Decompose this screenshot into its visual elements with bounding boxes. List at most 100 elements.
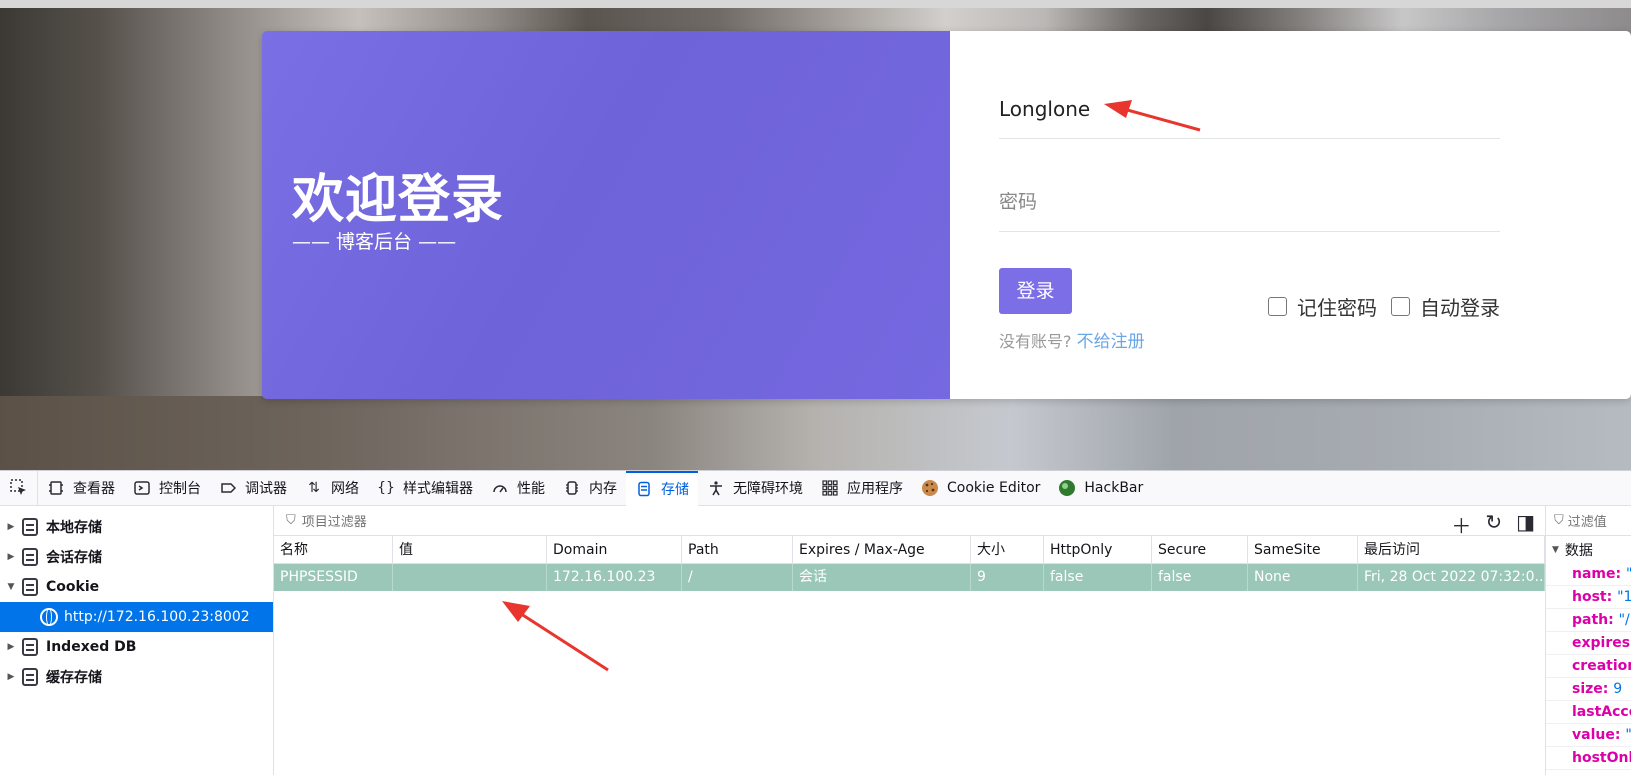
filter-placeholder: 项目过滤器 xyxy=(301,515,367,530)
refresh-icon[interactable]: ↻ xyxy=(1485,510,1502,539)
property-row: creationT: xyxy=(1546,655,1631,678)
globe-icon xyxy=(40,608,58,626)
add-item-icon[interactable]: ＋ xyxy=(1451,510,1471,539)
column-header[interactable]: HttpOnly xyxy=(1044,536,1152,563)
property-key: lastAcces: xyxy=(1572,704,1631,720)
property-value: "/" xyxy=(1618,612,1631,628)
tree-item-cookie[interactable]: ▼ Cookie xyxy=(0,572,273,602)
property-value: "17 xyxy=(1617,589,1631,605)
table-cell: None xyxy=(1248,564,1358,591)
property-row: name: "P xyxy=(1546,563,1631,586)
no-account-text: 没有账号? xyxy=(999,332,1072,351)
column-header[interactable]: SameSite xyxy=(1248,536,1358,563)
console-icon xyxy=(133,479,151,497)
storage-db-icon xyxy=(22,578,38,596)
welcome-panel: 欢迎登录 —— 博客后台 —— xyxy=(262,31,950,399)
checkbox-box[interactable] xyxy=(1391,296,1410,316)
tab-label: 存储 xyxy=(661,482,689,498)
tab-label: 调试器 xyxy=(245,481,287,497)
remember-password-checkbox[interactable]: 记住密码 xyxy=(1268,294,1377,320)
table-cell: false xyxy=(1152,564,1248,591)
performance-icon xyxy=(491,479,509,497)
column-header[interactable]: Expires / Max-Age xyxy=(793,536,971,563)
checkbox-box[interactable] xyxy=(1268,296,1287,316)
property-value: "P xyxy=(1626,566,1631,582)
login-button[interactable]: 登录 xyxy=(999,268,1072,314)
column-header[interactable]: 值 xyxy=(393,536,547,563)
tree-label: http://172.16.100.23:8002 xyxy=(64,609,250,625)
memory-icon xyxy=(563,479,581,497)
property-key: creationT: xyxy=(1572,658,1631,674)
tab-style-editor[interactable]: {} 样式编辑器 xyxy=(368,471,482,506)
tree-item-local-storage[interactable]: ▶ 本地存储 xyxy=(0,512,273,542)
data-section-header[interactable]: ▼ 数据 xyxy=(1546,536,1631,563)
property-row: path: "/" xyxy=(1546,609,1631,632)
tab-inspector[interactable]: 查看器 xyxy=(38,471,124,506)
property-key: path: xyxy=(1572,612,1619,628)
tab-network[interactable]: ⇅ 网络 xyxy=(296,471,368,506)
tab-storage[interactable]: 存储 xyxy=(626,470,698,506)
devtools-panel: 查看器 控制台 调试器 ⇅ 网络 {} 样式编辑器 性能 内存 存储 无障碍环境… xyxy=(0,470,1631,775)
password-field[interactable]: 密码 xyxy=(999,186,1500,232)
hackbar-icon xyxy=(1058,479,1076,497)
tab-label: 查看器 xyxy=(73,481,115,497)
column-header[interactable]: Domain xyxy=(547,536,682,563)
tree-item-session-storage[interactable]: ▶ 会话存储 xyxy=(0,542,273,572)
background-lower xyxy=(0,396,1631,470)
column-header[interactable]: 最后访问 xyxy=(1358,536,1545,563)
expand-arrow-icon[interactable]: ▶ xyxy=(0,642,22,652)
tab-label: 性能 xyxy=(517,481,545,497)
top-strip xyxy=(0,0,1631,8)
table-row[interactable]: PHPSESSID 172.16.100.23/会话 9 false false None… xyxy=(274,564,1545,591)
tree-label: 本地存储 xyxy=(46,520,102,536)
item-filter-bar[interactable]: ⛉ 项目过滤器 ＋ ↻ ◨ xyxy=(274,506,1545,539)
tab-hackbar[interactable]: HackBar xyxy=(1049,471,1152,506)
tree-item-cookie-host[interactable]: http://172.16.100.23:8002 xyxy=(0,602,273,632)
tab-debugger[interactable]: 调试器 xyxy=(210,471,296,506)
property-key: value: xyxy=(1572,727,1626,743)
tree-item-cache-storage[interactable]: ▶ 缓存存储 xyxy=(0,662,273,692)
tab-application[interactable]: 应用程序 xyxy=(812,471,912,506)
tree-label: Indexed DB xyxy=(46,639,137,655)
collapse-arrow-icon[interactable]: ▼ xyxy=(0,582,22,592)
tab-cookie-editor[interactable]: Cookie Editor xyxy=(912,471,1049,506)
auto-login-checkbox[interactable]: 自动登录 xyxy=(1391,294,1500,320)
tree-label: 缓存存储 xyxy=(46,670,102,686)
toggle-sidebar-icon[interactable]: ◨ xyxy=(1516,510,1535,539)
username-value: Longlone xyxy=(999,97,1091,121)
tab-label: 网络 xyxy=(331,481,359,497)
table-cell: 会话 xyxy=(793,564,971,591)
collapse-arrow-icon[interactable]: ▼ xyxy=(1552,545,1559,555)
tree-item-indexed-db[interactable]: ▶ Indexed DB xyxy=(0,632,273,662)
column-header[interactable]: 名称 xyxy=(274,536,393,563)
password-placeholder: 密码 xyxy=(999,191,1038,213)
register-line: 没有账号? 不给注册 xyxy=(999,327,1145,352)
username-field[interactable]: Longlone xyxy=(999,93,1500,139)
column-header[interactable]: Secure xyxy=(1152,536,1248,563)
expand-arrow-icon[interactable]: ▶ xyxy=(0,522,22,532)
expand-arrow-icon[interactable]: ▶ xyxy=(0,672,22,682)
tab-label: 样式编辑器 xyxy=(403,481,473,497)
value-filter-placeholder: 过滤值 xyxy=(1567,515,1607,530)
tab-label: 无障碍环境 xyxy=(733,481,803,497)
expand-arrow-icon[interactable]: ▶ xyxy=(0,552,22,562)
property-key: size: xyxy=(1572,681,1614,697)
property-row: value: "" xyxy=(1546,724,1631,747)
tab-accessibility[interactable]: 无障碍环境 xyxy=(698,471,812,506)
column-header[interactable]: 大小 xyxy=(971,536,1044,563)
tab-console[interactable]: 控制台 xyxy=(124,471,210,506)
tab-memory[interactable]: 内存 xyxy=(554,471,626,506)
tree-label: Cookie xyxy=(46,579,100,595)
tab-performance[interactable]: 性能 xyxy=(482,471,554,506)
register-link[interactable]: 不给注册 xyxy=(1077,332,1145,352)
details-sidebar: ⛉ 过滤值 ▼ 数据 name: "Phost: "17path: "/"exp… xyxy=(1545,506,1631,775)
element-picker-icon[interactable] xyxy=(0,470,38,506)
value-filter[interactable]: ⛉ 过滤值 xyxy=(1546,506,1631,536)
remember-password-label: 记住密码 xyxy=(1297,295,1377,320)
welcome-subtitle: —— 博客后台 —— xyxy=(292,231,457,253)
table-cell: PHPSESSID xyxy=(274,564,393,591)
table-cell xyxy=(393,564,547,591)
application-icon xyxy=(821,479,839,497)
filter-icon: ⛉ xyxy=(1554,513,1564,528)
column-header[interactable]: Path xyxy=(682,536,793,563)
